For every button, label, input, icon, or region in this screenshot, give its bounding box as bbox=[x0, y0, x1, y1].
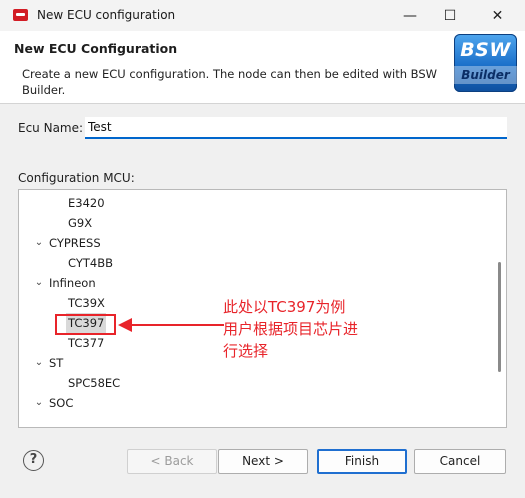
tree-item-label: E3420 bbox=[68, 196, 105, 210]
tree-item[interactable]: E3420 bbox=[19, 193, 489, 213]
page-description: Create a new ECU configuration. The node… bbox=[22, 67, 438, 97]
chevron-down-icon[interactable]: ⌄ bbox=[33, 273, 45, 293]
next-button[interactable]: Next > bbox=[218, 449, 308, 474]
chevron-down-icon[interactable]: ⌄ bbox=[33, 353, 45, 373]
back-button[interactable]: < Back bbox=[127, 449, 217, 474]
logo-line2: Builder bbox=[454, 66, 517, 84]
wizard-header: New ECU Configuration Create a new ECU c… bbox=[0, 31, 525, 104]
tree-item[interactable]: SPC58EC bbox=[19, 373, 489, 393]
minimize-icon[interactable]: — bbox=[390, 0, 430, 31]
annotation-arrow-icon bbox=[118, 318, 224, 332]
bsw-builder-logo: BSW Builder bbox=[454, 34, 517, 92]
scroll-thumb[interactable] bbox=[498, 262, 501, 372]
window-title: New ECU configuration bbox=[37, 8, 176, 22]
logo-line1: BSW bbox=[460, 39, 511, 61]
annotation-line: 行选择 bbox=[223, 342, 269, 360]
ecu-name-label: Ecu Name: bbox=[18, 121, 84, 135]
tree-group-item[interactable]: ⌄ CYPRESS bbox=[19, 233, 489, 253]
annotation-line: 用户根据项目芯片进 bbox=[223, 320, 359, 338]
close-icon[interactable]: ✕ bbox=[470, 0, 525, 31]
tree-item[interactable]: CYT4BB bbox=[19, 253, 489, 273]
chevron-down-icon[interactable]: ⌄ bbox=[33, 393, 45, 413]
chevron-down-icon[interactable]: ⌄ bbox=[33, 233, 45, 253]
app-icon bbox=[13, 9, 28, 21]
page-title: New ECU Configuration bbox=[14, 41, 178, 56]
tree-scrollbar[interactable] bbox=[494, 190, 506, 427]
annotation-line: 此处以TC397为例 bbox=[223, 298, 346, 316]
annotation-highlight-box bbox=[55, 314, 116, 335]
tree-item-label: CYPRESS bbox=[49, 236, 101, 250]
help-icon[interactable]: ? bbox=[23, 450, 44, 471]
tree-item[interactable]: G9X bbox=[19, 213, 489, 233]
title-bar: New ECU configuration — ☐ ✕ bbox=[0, 0, 525, 31]
configuration-mcu-label: Configuration MCU: bbox=[18, 171, 135, 185]
ecu-name-input[interactable] bbox=[85, 117, 507, 139]
tree-item-label: ST bbox=[49, 356, 64, 370]
tree-item-label: TC39X bbox=[68, 296, 105, 310]
annotation-text: 此处以TC397为例 用户根据项目芯片进 行选择 bbox=[223, 296, 358, 362]
tree-item-label: TC377 bbox=[68, 336, 105, 350]
tree-item-label: SPC58EC bbox=[68, 376, 121, 390]
maximize-icon[interactable]: ☐ bbox=[430, 0, 470, 31]
cancel-button[interactable]: Cancel bbox=[414, 449, 506, 474]
tree-item-label: CYT4BB bbox=[68, 256, 113, 270]
tree-item-label: G9X bbox=[68, 216, 93, 230]
tree-group-item[interactable]: ⌄ Infineon bbox=[19, 273, 489, 293]
tree-group-item[interactable]: ⌄ SOC bbox=[19, 393, 489, 413]
tree-item-label: Infineon bbox=[49, 276, 96, 290]
tree-item-label: SOC bbox=[49, 396, 74, 410]
finish-button[interactable]: Finish bbox=[317, 449, 407, 474]
